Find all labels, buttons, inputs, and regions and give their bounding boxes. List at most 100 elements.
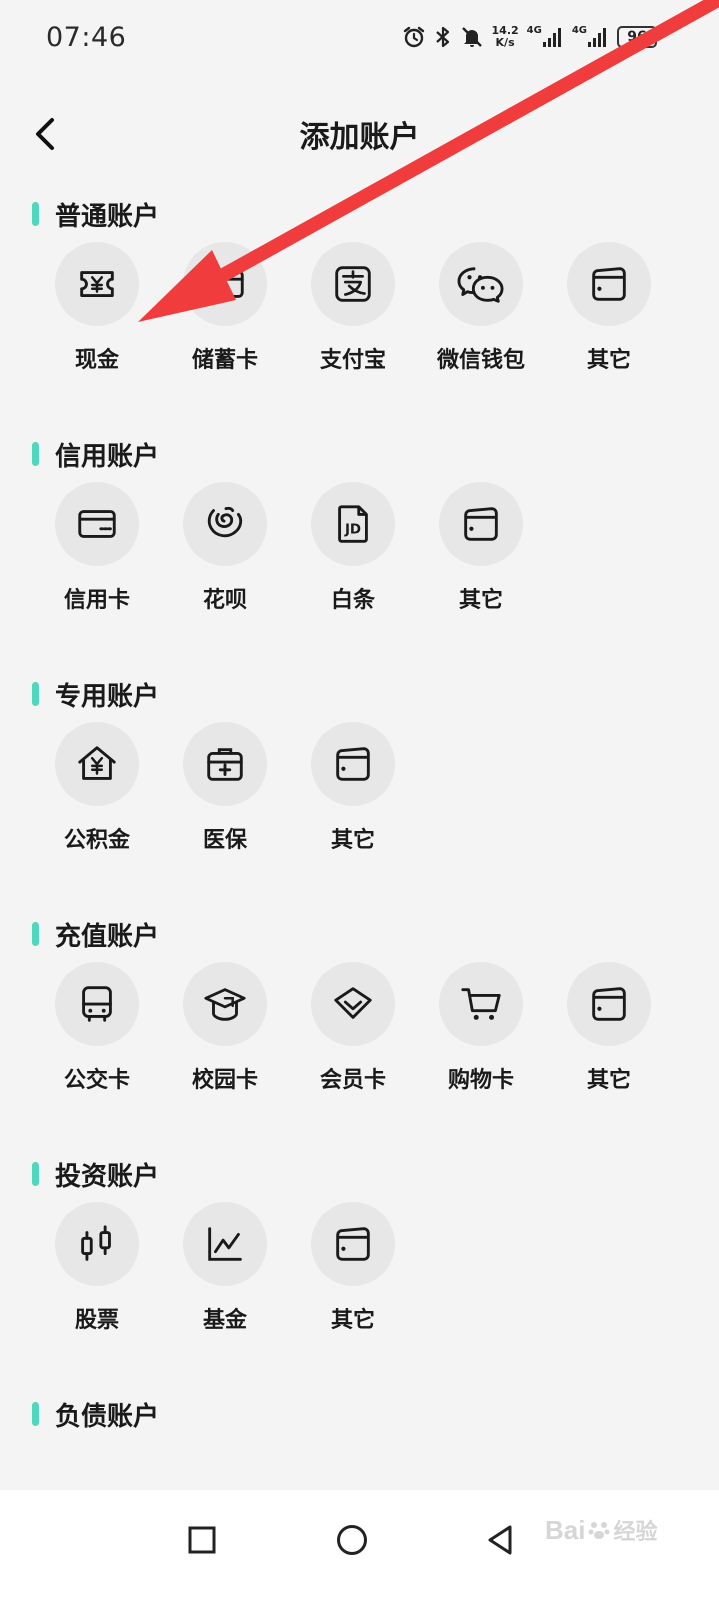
account-item-membership-card[interactable]: 会员卡 — [289, 962, 417, 1102]
account-label: 微信钱包 — [436, 348, 525, 373]
icon-circle — [439, 242, 523, 326]
recent-apps-button[interactable] — [172, 1510, 232, 1570]
debit-card-icon — [206, 270, 244, 298]
account-item-bus-card[interactable]: 公交卡 — [33, 962, 161, 1102]
icon-circle — [55, 482, 139, 566]
account-item-debit-card[interactable]: 储蓄卡 — [161, 242, 289, 382]
watermark: Bai 经验 — [545, 1514, 658, 1545]
paw-icon — [588, 1522, 610, 1539]
account-item-medical-insurance[interactable]: 医保 — [161, 722, 289, 862]
status-icons: 14.2 K/s 4G 4G 96 — [402, 22, 657, 52]
graduation-cap-icon — [204, 988, 246, 1021]
page-title: 添加账户 — [299, 120, 420, 155]
icon-circle — [439, 482, 523, 566]
candlestick-icon — [81, 1225, 111, 1261]
huabei-icon — [207, 506, 243, 538]
wallet-icon — [336, 747, 370, 781]
cash-ticket-icon — [80, 271, 114, 297]
line-chart-icon — [208, 1227, 242, 1261]
account-grid: 公交卡 校园卡 会员卡 购物卡 其它 — [0, 962, 719, 1102]
network-speed: 14.2 K/s — [491, 24, 519, 49]
icon-circle — [55, 962, 139, 1046]
icon-circle — [311, 962, 395, 1046]
account-label: 购物卡 — [447, 1068, 514, 1093]
account-label: 支付宝 — [319, 348, 386, 373]
signal-1: 4G — [527, 26, 564, 48]
icon-circle — [183, 482, 267, 566]
diamond-icon — [334, 987, 372, 1019]
jd-baitiao-icon: JD — [338, 505, 368, 543]
wallet-icon — [592, 987, 626, 1021]
account-item-alipay[interactable]: 支付宝 — [289, 242, 417, 382]
account-item-other[interactable]: 其它 — [289, 722, 417, 862]
icon-circle — [183, 722, 267, 806]
signal-2: 4G — [572, 26, 609, 48]
account-item-other[interactable]: 其它 — [545, 962, 673, 1102]
account-item-stocks[interactable]: 股票 — [33, 1202, 161, 1342]
account-item-shopping-card[interactable]: 购物卡 — [417, 962, 545, 1102]
status-time: 07:46 — [46, 22, 127, 53]
credit-card-icon — [78, 510, 116, 538]
account-label: 基金 — [202, 1308, 247, 1333]
shopping-cart-icon — [461, 988, 501, 1020]
section-header: 普通账户 — [32, 194, 159, 234]
icon-circle — [311, 242, 395, 326]
account-label: 储蓄卡 — [191, 348, 258, 373]
account-item-housing-fund[interactable]: 公积金 — [33, 722, 161, 862]
icon-circle — [55, 722, 139, 806]
account-label: 现金 — [74, 348, 119, 373]
icon-circle — [183, 962, 267, 1046]
account-item-fund[interactable]: 基金 — [161, 1202, 289, 1342]
account-label: 医保 — [202, 828, 247, 853]
section-accent-bar — [32, 442, 39, 466]
section-title: 充值账户 — [55, 921, 160, 952]
section-header: 投资账户 — [32, 1154, 159, 1194]
wallet-icon — [336, 1227, 370, 1261]
icon-circle — [439, 962, 523, 1046]
medical-kit-icon — [207, 748, 243, 781]
battery-icon: 96 — [617, 26, 657, 48]
section-accent-bar — [32, 922, 39, 946]
account-item-huabei[interactable]: 花呗 — [161, 482, 289, 622]
account-label: 其它 — [458, 588, 503, 613]
account-label: 信用卡 — [63, 588, 130, 613]
recent-apps-icon — [188, 1526, 216, 1554]
icon-circle — [567, 242, 651, 326]
section-title: 专用账户 — [55, 681, 160, 712]
icon-circle — [55, 1202, 139, 1286]
account-label: 花呗 — [202, 588, 247, 613]
signal-icon — [542, 28, 561, 47]
wallet-icon — [464, 507, 498, 541]
account-item-credit-card[interactable]: 信用卡 — [33, 482, 161, 622]
alarm-icon — [403, 26, 424, 48]
account-grid: 现金 储蓄卡 支付宝 微信钱包 其它 — [0, 242, 719, 382]
icon-circle — [567, 962, 651, 1046]
section-title: 信用账户 — [55, 441, 160, 472]
account-label: 校园卡 — [191, 1068, 258, 1093]
account-grid: 股票 基金 其它 — [0, 1202, 719, 1342]
icon-circle — [183, 1202, 267, 1286]
account-label: 公交卡 — [63, 1068, 130, 1093]
account-item-other[interactable]: 其它 — [545, 242, 673, 382]
account-item-other[interactable]: 其它 — [417, 482, 545, 622]
status-bar: 07:46 14.2 K/s 4G 4G 96 — [0, 0, 719, 76]
icon-circle — [55, 242, 139, 326]
section-header: 充值账户 — [32, 914, 159, 954]
section-header: 负债账户 — [32, 1394, 159, 1434]
home-button[interactable] — [322, 1510, 382, 1570]
icon-circle — [311, 1202, 395, 1286]
account-item-campus-card[interactable]: 校园卡 — [161, 962, 289, 1102]
section-accent-bar — [32, 202, 39, 226]
svg-text:JD: JD — [344, 523, 361, 538]
account-label: 会员卡 — [319, 1068, 386, 1093]
account-item-cash[interactable]: 现金 — [33, 242, 161, 382]
bus-icon — [82, 986, 112, 1022]
section-title: 负债账户 — [55, 1401, 160, 1432]
wallet-icon — [592, 267, 626, 301]
account-item-wechat-wallet[interactable]: 微信钱包 — [417, 242, 545, 382]
account-item-other[interactable]: 其它 — [289, 1202, 417, 1342]
account-label: 公积金 — [63, 828, 130, 853]
section-accent-bar — [32, 682, 39, 706]
account-item-baitiao[interactable]: JD 白条 — [289, 482, 417, 622]
back-nav-button[interactable] — [470, 1510, 530, 1570]
